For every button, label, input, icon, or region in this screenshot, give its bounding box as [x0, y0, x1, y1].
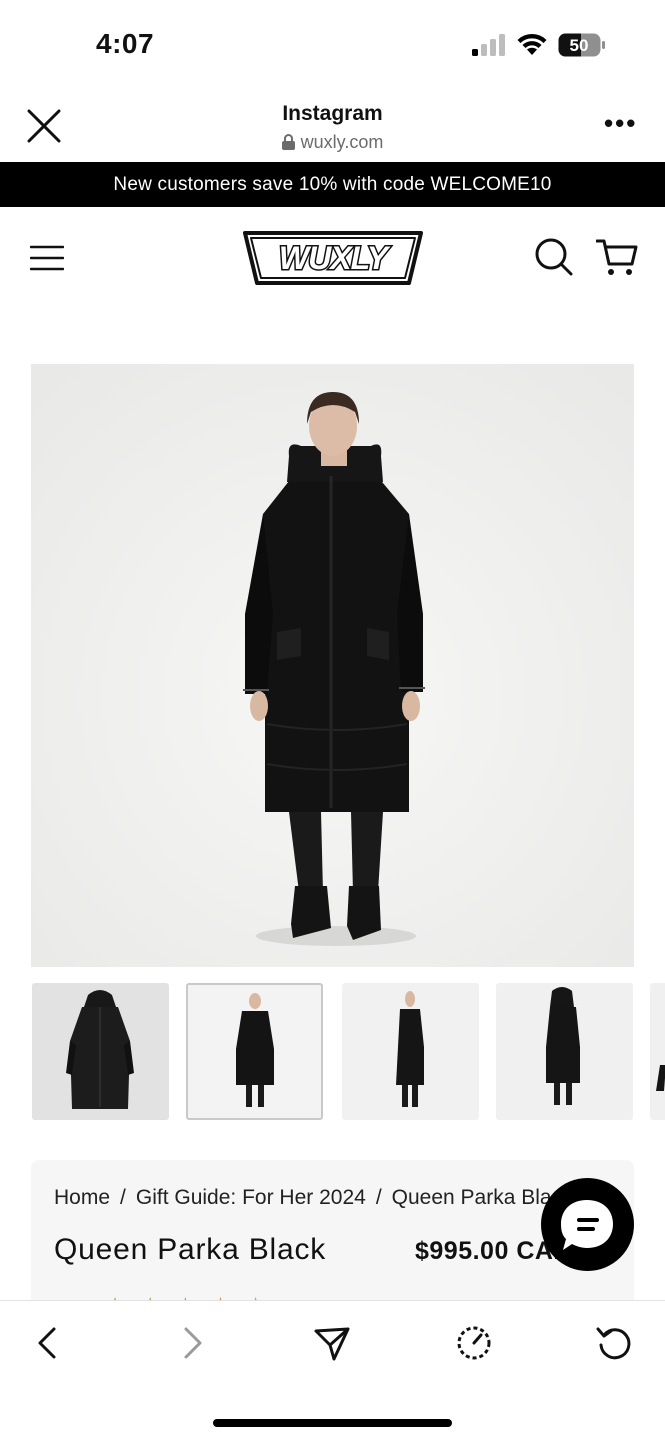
breadcrumb-separator: /	[120, 1186, 126, 1209]
browser-title: Instagram	[282, 102, 383, 125]
site-nav: WUXLY	[0, 207, 665, 307]
battery-level: 50	[570, 36, 589, 55]
browser-header: Instagram wuxly.com •••	[0, 90, 665, 162]
thumbnail-3-image	[396, 991, 424, 1107]
cellular-signal-icon	[472, 34, 505, 56]
reload-icon[interactable]	[594, 1323, 634, 1363]
thumbnail-1-image	[66, 990, 134, 1109]
more-options-icon[interactable]: •••	[604, 110, 638, 136]
thumbnail-2-image	[236, 993, 274, 1107]
model-parka-figure	[31, 364, 634, 967]
browser-toolbar	[0, 1300, 665, 1440]
chat-button[interactable]	[541, 1178, 634, 1271]
speedometer-icon[interactable]	[454, 1323, 494, 1363]
forward-icon[interactable]	[172, 1323, 212, 1363]
breadcrumb: Home / Gift Guide: For Her 2024/Queen Park…	[54, 1186, 573, 1210]
wifi-icon	[517, 33, 547, 55]
thumbnail-3[interactable]	[342, 983, 479, 1120]
breadcrumb-separator: /	[375, 1186, 382, 1209]
brand-logo[interactable]: WUXLY	[239, 229, 427, 287]
back-icon[interactable]	[28, 1323, 68, 1363]
breadcrumb-home[interactable]: Home	[54, 1186, 110, 1209]
search-icon[interactable]	[534, 237, 574, 277]
share-icon[interactable]	[312, 1323, 352, 1363]
product-hero-image[interactable]	[31, 364, 634, 967]
status-time: 4:07	[96, 28, 155, 59]
product-title: Queen Parka Black	[54, 1233, 327, 1266]
breadcrumb-gift-guide[interactable]: Gift Guide: For Her 2024	[136, 1186, 366, 1209]
promo-banner[interactable]: New customers save 10% with code WELCOME…	[0, 162, 665, 207]
thumbnail-2[interactable]	[186, 983, 323, 1120]
battery-icon: 50	[558, 33, 605, 57]
status-bar: 4:07 50	[0, 0, 665, 90]
thumbnail-4[interactable]	[496, 983, 633, 1120]
menu-icon[interactable]	[30, 245, 64, 271]
chat-bubble-icon	[561, 1200, 613, 1250]
thumbnail-4-image	[546, 987, 580, 1105]
thumbnail-5-image	[656, 1065, 665, 1091]
thumbnail-5[interactable]	[650, 983, 665, 1120]
logo-text: WUXLY	[279, 240, 391, 276]
browser-url: wuxly.com	[0, 132, 665, 153]
lock-icon	[281, 134, 295, 150]
cart-icon[interactable]	[596, 237, 638, 277]
thumbnail-1[interactable]	[32, 983, 169, 1120]
thumbnail-strip	[32, 983, 665, 1121]
home-indicator	[213, 1419, 452, 1427]
url-text: wuxly.com	[300, 132, 384, 152]
